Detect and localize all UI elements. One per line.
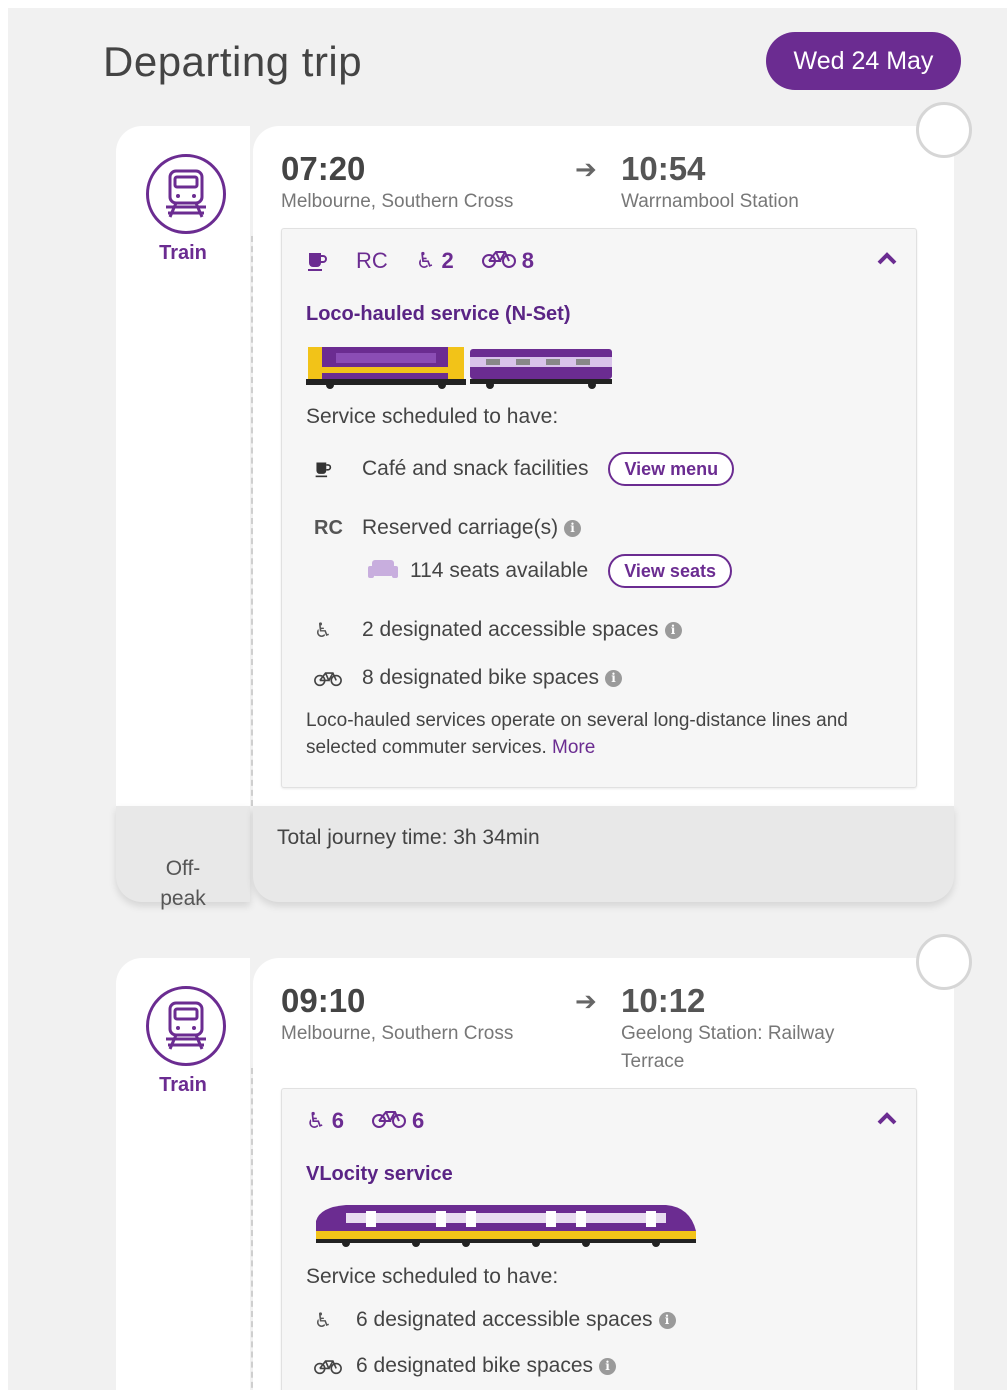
accessible-row: ♿︎ 6 designated accessible spaces i xyxy=(306,1303,676,1337)
service-name: Loco-hauled service (N-Set) xyxy=(306,303,571,325)
reserved-row: RC Reserved carriage(s) i xyxy=(306,511,582,545)
accessible-count: 6 xyxy=(331,1108,344,1133)
cafe-text: Café and snack facilities xyxy=(362,457,589,480)
journey-time: Total journey time: 3h 34min xyxy=(277,826,540,849)
mode-label: Train xyxy=(159,1074,207,1096)
page-title: Departing trip xyxy=(103,38,363,85)
chevron-up-icon[interactable] xyxy=(876,1111,898,1127)
date-badge[interactable]: Wed 24 May xyxy=(766,32,961,90)
bike-summary: 6 xyxy=(371,1107,425,1135)
seats-row: 114 seats available View seats xyxy=(368,551,732,591)
bike-row: 8 designated bike spaces i xyxy=(306,661,622,695)
arrival-station: Warrnambool Station xyxy=(621,191,799,212)
service-details-panel: RC ♿︎ 2 8 Loco-hauled service (N-Set) Se… xyxy=(281,228,917,788)
coffee-cup-icon xyxy=(306,460,362,478)
bike-text: 8 designated bike spaces xyxy=(362,666,599,689)
service-description: Loco-hauled services operate on several … xyxy=(306,707,906,761)
train-image xyxy=(306,1201,698,1256)
wheelchair-icon: ♿︎ xyxy=(314,1309,332,1332)
select-trip-radio[interactable] xyxy=(916,102,972,158)
bicycle-icon xyxy=(371,1107,406,1135)
seat-icon xyxy=(368,556,398,586)
accessible-summary: ♿︎ 6 xyxy=(306,1108,344,1134)
arrow-right-icon: ➔ xyxy=(575,154,597,184)
bike-text: 6 designated bike spaces xyxy=(356,1354,593,1377)
bike-count: 8 xyxy=(521,248,535,273)
coffee-cup-icon xyxy=(306,250,328,272)
trip-card[interactable]: Train 07:20 Melbourne, Southern Cross ➔ … xyxy=(116,126,954,910)
train-image xyxy=(306,341,616,396)
fare-type-label: Off- peak xyxy=(160,857,206,910)
reserved-text: Reserved carriage(s) xyxy=(362,516,559,539)
trip-card[interactable]: Train 09:10 Melbourne, Southern Cross ➔ … xyxy=(116,958,954,1390)
scheduled-label: Service scheduled to have: xyxy=(306,405,559,428)
trip-panel: Departing trip Wed 24 May Train 07:20 Me… xyxy=(8,8,1007,1390)
info-icon[interactable]: i xyxy=(664,621,682,639)
arrival-time: 10:54 xyxy=(621,150,706,187)
info-icon[interactable]: i xyxy=(564,519,582,537)
rc-badge: RC xyxy=(356,248,388,273)
arrival-station: Geelong Station: Railway Terrace xyxy=(621,1023,835,1072)
service-name: VLocity service xyxy=(306,1163,453,1185)
info-icon[interactable]: i xyxy=(605,669,622,687)
mode-label: Train xyxy=(159,242,207,264)
wheelchair-icon: ♿︎ xyxy=(314,619,332,642)
accessible-count: 2 xyxy=(441,248,454,273)
departure-time: 09:10 xyxy=(281,982,366,1019)
bike-summary: 8 xyxy=(481,247,535,275)
fare-type: Off- peak xyxy=(116,806,250,910)
journey-footer: Total journey time: 3h 34min xyxy=(253,806,954,902)
bicycle-icon xyxy=(306,669,362,687)
bike-count: 6 xyxy=(411,1108,425,1133)
scheduled-label: Service scheduled to have: xyxy=(306,1265,559,1288)
service-details-panel: ♿︎ 6 6 VLocity service Service scheduled… xyxy=(281,1088,917,1390)
feature-summary: RC ♿︎ 2 8 xyxy=(306,247,534,275)
view-menu-button[interactable]: View menu xyxy=(608,452,735,486)
more-link[interactable]: More xyxy=(552,737,595,758)
accessible-text: 6 designated accessible spaces xyxy=(356,1308,653,1331)
bicycle-icon xyxy=(481,247,516,275)
cafe-row: Café and snack facilities View menu xyxy=(306,449,735,489)
info-icon[interactable]: i xyxy=(599,1357,616,1375)
rc-code: RC xyxy=(314,516,343,539)
wheelchair-icon: ♿︎ xyxy=(306,1108,326,1133)
view-seats-button[interactable]: View seats xyxy=(608,554,732,588)
trip-details: 09:10 Melbourne, Southern Cross ➔ 10:12 … xyxy=(253,958,954,1390)
accessible-text: 2 designated accessible spaces xyxy=(362,618,659,641)
accessible-row: ♿︎ 2 designated accessible spaces i xyxy=(306,613,682,647)
accessible-summary: ♿︎ 2 xyxy=(416,248,454,274)
chevron-up-icon[interactable] xyxy=(876,251,898,267)
trip-details: 07:20 Melbourne, Southern Cross ➔ 10:54 … xyxy=(253,126,954,806)
bike-row: 6 designated bike spaces i xyxy=(306,1349,616,1383)
trip-mode-column: Train xyxy=(116,958,250,1390)
departure-time: 07:20 xyxy=(281,150,366,187)
select-trip-radio[interactable] xyxy=(916,934,972,990)
info-icon[interactable]: i xyxy=(658,1311,676,1329)
trip-mode-column: Train xyxy=(116,126,250,806)
seats-text: 114 seats available xyxy=(410,559,589,582)
departure-station: Melbourne, Southern Cross xyxy=(281,1023,514,1044)
wheelchair-icon: ♿︎ xyxy=(415,248,436,273)
feature-summary: ♿︎ 6 6 xyxy=(306,1107,424,1135)
arrow-right-icon: ➔ xyxy=(575,986,597,1016)
arrival-time: 10:12 xyxy=(621,982,706,1019)
train-icon xyxy=(146,986,226,1066)
departure-station: Melbourne, Southern Cross xyxy=(281,191,514,212)
bicycle-icon xyxy=(306,1357,356,1375)
train-icon xyxy=(146,154,226,234)
